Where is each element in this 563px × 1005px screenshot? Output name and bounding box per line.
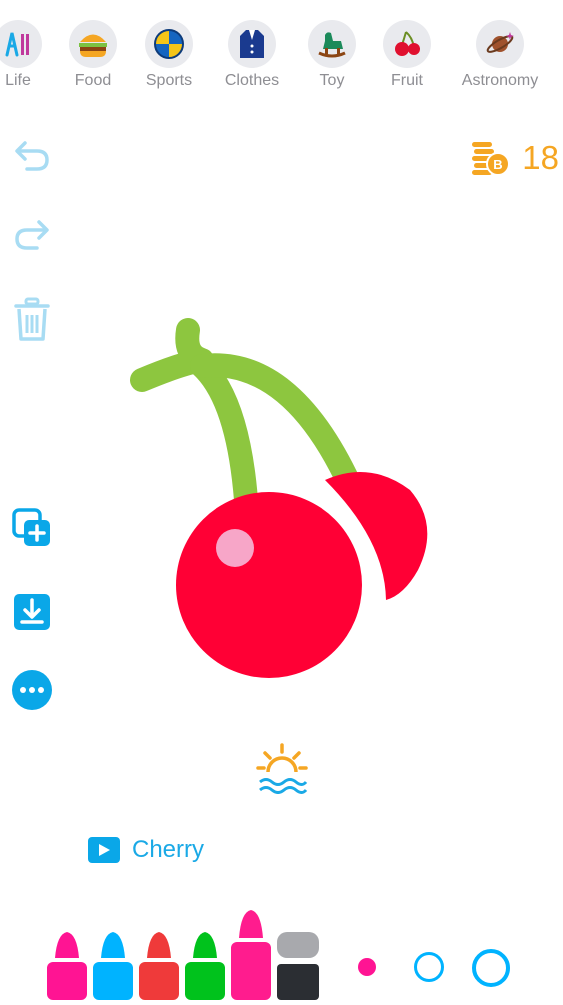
crayon-pink[interactable]: [47, 930, 87, 1000]
category-clothes[interactable]: Clothes: [217, 20, 287, 90]
category-life[interactable]: Life: [0, 20, 53, 90]
category-label: Life: [5, 72, 31, 89]
more-icon: [12, 670, 52, 710]
word-text: Cherry: [132, 836, 205, 863]
category-food[interactable]: Food: [58, 20, 128, 90]
category-label: Fruit: [391, 72, 423, 89]
coin-counter[interactable]: B 18: [470, 138, 559, 178]
cherry-drawing: [130, 318, 428, 678]
category-label: Astronomy: [461, 72, 539, 89]
undo-button[interactable]: [10, 134, 54, 178]
crayon-red[interactable]: [139, 930, 179, 1000]
add-layer-icon: [12, 508, 50, 546]
jacket-icon: [228, 20, 276, 68]
redo-button[interactable]: [10, 213, 54, 257]
category-bar: Life Food Sports Clothes Toy Fruit Astro…: [0, 0, 563, 100]
cherry-highlight: [216, 529, 254, 567]
cherry-front: [176, 492, 362, 678]
category-label: Sports: [145, 72, 193, 89]
cherry-icon: [383, 20, 431, 68]
add-page-button[interactable]: [10, 506, 54, 550]
burger-icon: [69, 20, 117, 68]
sunrise-icon: [256, 743, 308, 794]
color-palette: [0, 900, 563, 1000]
trash-icon: [14, 297, 50, 341]
drawing-canvas[interactable]: [120, 300, 450, 700]
category-label: Food: [74, 72, 112, 89]
crayon-magenta-selected[interactable]: [231, 908, 271, 1000]
download-icon: [14, 594, 50, 630]
delete-button[interactable]: [10, 297, 54, 342]
volleyball-icon: [145, 20, 193, 68]
download-button[interactable]: [10, 590, 54, 634]
crayon-green[interactable]: [185, 930, 225, 1000]
redo-icon: [15, 220, 49, 250]
word-prompt[interactable]: Cherry: [88, 834, 204, 866]
category-fruit[interactable]: Fruit: [372, 20, 442, 90]
category-label: Toy: [319, 72, 345, 89]
life-icon: [0, 20, 42, 68]
brush-size-large[interactable]: [472, 949, 510, 987]
eraser[interactable]: [277, 932, 319, 1000]
coin-count: 18: [522, 139, 559, 176]
rocking-horse-icon: [308, 20, 356, 68]
crayon-blue[interactable]: [93, 930, 133, 1000]
brush-size-small[interactable]: [358, 958, 376, 976]
brush-size-medium[interactable]: [414, 952, 444, 982]
hint-button[interactable]: [256, 742, 308, 794]
svg-text:B: B: [494, 157, 503, 172]
planet-icon: [476, 20, 524, 68]
category-toy[interactable]: Toy: [297, 20, 367, 90]
more-button[interactable]: [10, 668, 54, 712]
coin-stack-icon: B: [472, 142, 511, 176]
category-label: Clothes: [224, 72, 280, 89]
category-astronomy[interactable]: Astronomy: [459, 20, 541, 90]
cherry-stem-left: [190, 354, 258, 512]
undo-icon: [15, 141, 49, 171]
play-icon[interactable]: [88, 837, 120, 863]
category-sports[interactable]: Sports: [134, 20, 204, 90]
